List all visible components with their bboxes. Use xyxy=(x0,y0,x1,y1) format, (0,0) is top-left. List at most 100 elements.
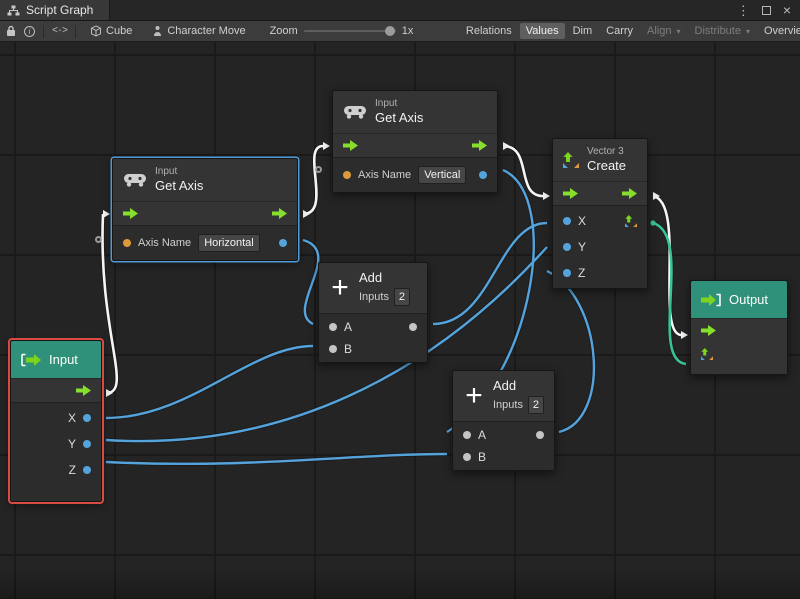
relations-button[interactable]: Relations xyxy=(460,23,518,39)
plus-icon: + xyxy=(329,276,351,300)
port-label: Z xyxy=(578,266,585,280)
vector3-in-port[interactable] xyxy=(701,348,713,360)
graph-canvas[interactable]: InputGet Axis Axis Name Vertical InputGe… xyxy=(0,42,800,599)
close-icon[interactable]: × xyxy=(783,3,791,17)
align-dropdown-button[interactable]: Align▾ xyxy=(641,23,686,39)
flow-in-port[interactable] xyxy=(343,140,358,151)
value-out-port[interactable] xyxy=(479,171,487,179)
wire-flow-getaxisv-to-vector3[interactable] xyxy=(503,146,543,196)
zoom-label: Zoom xyxy=(270,25,298,37)
x-out-port[interactable] xyxy=(83,414,91,422)
flow-in-port[interactable] xyxy=(563,188,578,199)
node-title: Input xyxy=(49,352,78,367)
inputs-count-field[interactable]: 2 xyxy=(528,396,544,414)
values-button[interactable]: Values xyxy=(520,23,565,39)
tab-script-graph[interactable]: Script Graph xyxy=(0,0,110,20)
node-header[interactable]: Output xyxy=(691,281,787,318)
node-header[interactable]: + Add Inputs2 xyxy=(453,371,554,421)
node-title: Output xyxy=(729,292,768,307)
gamepad-icon xyxy=(123,172,147,187)
node-header[interactable]: Input xyxy=(11,341,101,378)
zoom-control: Zoom 1x xyxy=(270,25,414,37)
node-category: Input xyxy=(155,166,203,178)
dim-button[interactable]: Dim xyxy=(567,23,599,39)
node-add-1[interactable]: + Add Inputs2 A B xyxy=(318,262,428,363)
node-get-axis-vertical[interactable]: InputGet Axis Axis Name Vertical xyxy=(332,90,498,193)
kebab-menu-icon[interactable]: ⋮ xyxy=(737,4,750,17)
input-b-port[interactable] xyxy=(329,345,337,353)
inputs-label: Inputs xyxy=(493,399,523,411)
flow-in-port[interactable] xyxy=(701,325,716,336)
unconnected-port-ring[interactable] xyxy=(315,166,322,173)
unity-window: Script Graph ⋮ × i <∙> Cube Character Mo… xyxy=(0,0,800,599)
zoom-slider-handle[interactable] xyxy=(385,26,395,36)
lock-icon[interactable] xyxy=(6,25,16,37)
flow-out-port[interactable] xyxy=(76,385,91,396)
node-title: Add xyxy=(359,270,410,285)
input-icon xyxy=(21,353,41,367)
node-get-axis-horizontal[interactable]: InputGet Axis Axis Name Horizontal xyxy=(112,158,298,261)
sum-out-port[interactable] xyxy=(536,431,544,439)
value-out-port[interactable] xyxy=(279,239,287,247)
inputs-label: Inputs xyxy=(359,291,389,303)
flow-out-port[interactable] xyxy=(272,208,287,219)
node-vector3-create[interactable]: Vector 3Create X Y Z xyxy=(552,138,648,289)
port-label: X xyxy=(68,411,76,425)
node-header[interactable]: InputGet Axis xyxy=(333,91,497,133)
overview-button[interactable]: Overview xyxy=(758,23,800,39)
wire-flow-vector3-to-output[interactable] xyxy=(653,196,681,335)
flow-in-port[interactable] xyxy=(123,208,138,219)
input-b-port[interactable] xyxy=(463,453,471,461)
node-title: Create xyxy=(587,158,626,174)
node-header[interactable]: Vector 3Create xyxy=(553,139,647,181)
wire-value-inputz-to-add2b[interactable] xyxy=(106,454,447,464)
z-out-port[interactable] xyxy=(83,466,91,474)
axis-name-field[interactable]: Vertical xyxy=(418,166,466,184)
axis-name-field[interactable]: Horizontal xyxy=(198,234,260,252)
wire-value-horizontal-to-add1a[interactable] xyxy=(303,240,318,324)
port-label: Y xyxy=(68,437,76,451)
wire-value-add1-to-vector3x[interactable] xyxy=(433,223,547,324)
string-port[interactable] xyxy=(343,171,351,179)
node-header[interactable]: InputGet Axis xyxy=(113,159,297,201)
port-label: A xyxy=(344,320,352,334)
y-out-port[interactable] xyxy=(83,440,91,448)
flow-out-port[interactable] xyxy=(472,140,487,151)
wire-value-inputx-to-add1b[interactable] xyxy=(106,346,313,418)
node-add-2[interactable]: + Add Inputs2 A B xyxy=(452,370,555,471)
y-in-port[interactable] xyxy=(563,243,571,251)
distribute-dropdown-button[interactable]: Distribute▾ xyxy=(689,23,756,39)
flow-port-row xyxy=(333,133,497,157)
flow-out-port[interactable] xyxy=(622,188,637,199)
vector3-out-port[interactable] xyxy=(625,215,637,227)
node-input[interactable]: Input X Y Z xyxy=(10,340,102,502)
z-in-port[interactable] xyxy=(563,269,571,277)
string-port[interactable] xyxy=(123,239,131,247)
character-move-breadcrumb-button[interactable]: Character Move xyxy=(146,23,251,39)
wire-vector3-value-to-output[interactable] xyxy=(653,223,686,364)
window-controls: ⋮ × xyxy=(737,0,800,20)
port-row-b: B xyxy=(453,446,554,468)
param-label: Axis Name xyxy=(358,169,411,181)
character-move-label: Character Move xyxy=(167,25,245,37)
toolbar-separator xyxy=(43,25,44,38)
info-icon[interactable]: i xyxy=(24,26,35,37)
x-in-port[interactable] xyxy=(563,217,571,225)
tab-title: Script Graph xyxy=(26,3,93,17)
zoom-value: 1x xyxy=(402,25,414,37)
wire-flow-getaxish-to-getaxisv[interactable] xyxy=(303,146,323,214)
port-row-z: Z xyxy=(553,260,647,286)
flow-in-row xyxy=(691,318,787,342)
node-header[interactable]: + Add Inputs 2 xyxy=(319,263,427,313)
unconnected-port-ring[interactable] xyxy=(95,236,102,243)
carry-button[interactable]: Carry xyxy=(600,23,639,39)
code-icon[interactable]: <∙> xyxy=(52,26,67,37)
maximize-icon[interactable] xyxy=(762,6,771,15)
cube-breadcrumb-button[interactable]: Cube xyxy=(84,23,138,39)
input-a-port[interactable] xyxy=(463,431,471,439)
input-a-port[interactable] xyxy=(329,323,337,331)
node-output[interactable]: Output xyxy=(690,280,788,375)
inputs-count-field[interactable]: 2 xyxy=(394,288,410,306)
zoom-slider[interactable] xyxy=(304,30,396,32)
sum-out-port[interactable] xyxy=(409,323,417,331)
